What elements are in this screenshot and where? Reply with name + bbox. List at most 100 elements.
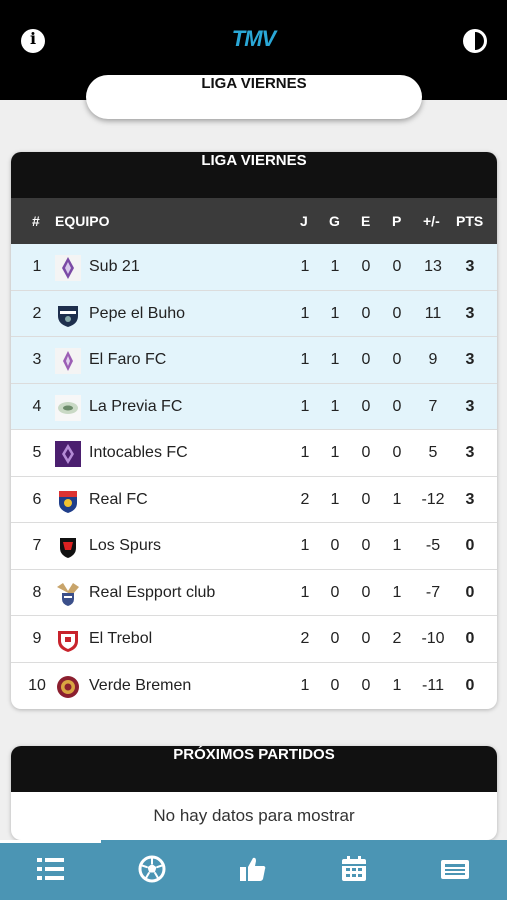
team-crest-icon <box>55 254 81 281</box>
goal-difference: 9 <box>428 351 438 368</box>
team-position: 4 <box>32 397 42 415</box>
table-row[interactable]: 5 Intocables FC 1 1 0 0 5 3 <box>11 430 497 477</box>
goal-difference: -5 <box>425 537 441 554</box>
won: 0 <box>330 676 340 694</box>
standings-list-icon <box>37 858 64 880</box>
team-name: La Previa FC <box>89 397 183 415</box>
lost: 0 <box>392 444 402 461</box>
bottom-nav <box>0 840 507 900</box>
table-row[interactable]: 8 Real Espport club 1 0 0 1 -7 0 <box>11 570 497 616</box>
empty-message: No hay datos para mostrar <box>153 806 355 825</box>
team-position: 5 <box>32 444 42 461</box>
table-row[interactable]: 7 Los Spurs 1 0 0 1 -5 0 <box>11 523 497 570</box>
lost: 0 <box>392 304 402 322</box>
played: 2 <box>300 630 310 647</box>
soccer-ball-icon <box>138 855 166 883</box>
lost: 1 <box>392 676 402 694</box>
thumbs-up-icon <box>240 857 266 881</box>
team-position: 7 <box>32 537 42 554</box>
drawn: 0 <box>361 630 371 647</box>
upcoming-matches-card: PRÓXIMOS PARTIDOS No hay datos para most… <box>11 746 497 840</box>
points: 3 <box>465 490 475 508</box>
table-row[interactable]: 3 El Faro FC 1 1 0 0 9 3 <box>11 337 497 384</box>
nav-favorites[interactable] <box>202 840 303 900</box>
team-position: 10 <box>28 676 46 694</box>
nav-matches[interactable] <box>101 840 202 900</box>
won: 1 <box>330 490 340 508</box>
col-pos-header: # <box>32 213 40 229</box>
table-row[interactable]: 1 Sub 21 1 1 0 0 13 3 <box>11 244 497 291</box>
drawn: 0 <box>361 304 371 322</box>
table-row[interactable]: 2 Pepe el Buho 1 1 0 0 11 3 <box>11 290 497 337</box>
points: 3 <box>465 397 475 415</box>
team-crest-icon <box>55 301 81 327</box>
won: 0 <box>330 583 340 601</box>
lost: 0 <box>392 397 402 415</box>
team-crest-icon <box>55 533 81 559</box>
team-crest-icon <box>55 394 81 421</box>
played: 1 <box>300 397 310 415</box>
team-crest-icon <box>55 626 81 652</box>
team-name: Intocables FC <box>89 444 188 461</box>
app-logo: TMV <box>231 26 276 51</box>
goal-difference: 11 <box>424 304 442 322</box>
won: 1 <box>330 304 340 322</box>
goal-difference: 7 <box>428 397 438 415</box>
col-g-header: G <box>329 213 340 229</box>
lost: 1 <box>392 490 402 508</box>
team-name: Real FC <box>89 490 148 508</box>
news-icon <box>441 860 469 879</box>
team-name: Sub 21 <box>89 258 140 275</box>
goal-difference: -10 <box>421 630 445 647</box>
drawn: 0 <box>361 444 371 461</box>
drawn: 0 <box>361 490 371 508</box>
points: 0 <box>465 676 475 694</box>
team-position: 9 <box>32 630 42 647</box>
goal-difference: -11 <box>422 676 444 694</box>
played: 1 <box>300 304 310 322</box>
team-name: Verde Bremen <box>89 676 192 694</box>
upcoming-title: PRÓXIMOS PARTIDOS <box>11 746 497 792</box>
col-j-header: J <box>300 213 308 229</box>
nav-standings[interactable] <box>0 840 101 900</box>
table-row[interactable]: 10 Verde Bremen 1 0 0 1 -11 0 <box>11 663 497 710</box>
standings-card: LIGA VIERNES # EQUIPO J G E P +/- PTS 1 S… <box>11 152 497 709</box>
standings-rows: 1 Sub 21 1 1 0 0 13 3 2 Pepe el Buho 1 1 0 0 11 3 3 El Fa… <box>11 244 497 709</box>
won: 1 <box>330 351 340 368</box>
team-name: Los Spurs <box>89 537 162 554</box>
league-selector-button[interactable]: LIGA VIERNES <box>86 75 422 119</box>
team-position: 3 <box>32 351 42 368</box>
drawn: 0 <box>361 583 371 601</box>
points: 3 <box>465 304 475 322</box>
goal-difference: -12 <box>421 490 445 508</box>
won: 1 <box>330 444 340 461</box>
played: 1 <box>300 258 310 275</box>
table-row[interactable]: 9 El Trebol 2 0 0 2 -10 0 <box>11 616 497 663</box>
played: 1 <box>300 537 310 554</box>
standings-header-row: # EQUIPO J G E P +/- PTS <box>11 198 497 244</box>
points: 3 <box>465 351 475 368</box>
lost: 0 <box>392 351 402 368</box>
drawn: 0 <box>361 258 371 275</box>
col-pts-header: PTS <box>456 213 484 229</box>
team-crest-icon <box>55 673 81 699</box>
team-name: El Faro FC <box>89 351 167 368</box>
drawn: 0 <box>361 351 371 368</box>
won: 0 <box>330 537 340 554</box>
lost: 1 <box>392 583 402 601</box>
table-row[interactable]: 6 Real FC 2 1 0 1 -12 3 <box>11 477 497 523</box>
col-e-header: E <box>361 213 371 229</box>
team-name: Pepe el Buho <box>89 304 186 322</box>
team-position: 6 <box>32 490 42 508</box>
nav-news[interactable] <box>404 840 505 900</box>
goal-difference: 5 <box>428 444 438 461</box>
won: 0 <box>330 630 340 647</box>
lost: 0 <box>392 258 402 275</box>
goal-difference: -7 <box>425 583 441 601</box>
points: 0 <box>465 537 475 554</box>
won: 1 <box>330 258 340 275</box>
contrast-icon[interactable] <box>463 29 487 53</box>
team-name: Real Espport club <box>89 583 216 601</box>
nav-calendar[interactable] <box>303 840 404 900</box>
table-row[interactable]: 4 La Previa FC 1 1 0 0 7 3 <box>11 383 497 430</box>
